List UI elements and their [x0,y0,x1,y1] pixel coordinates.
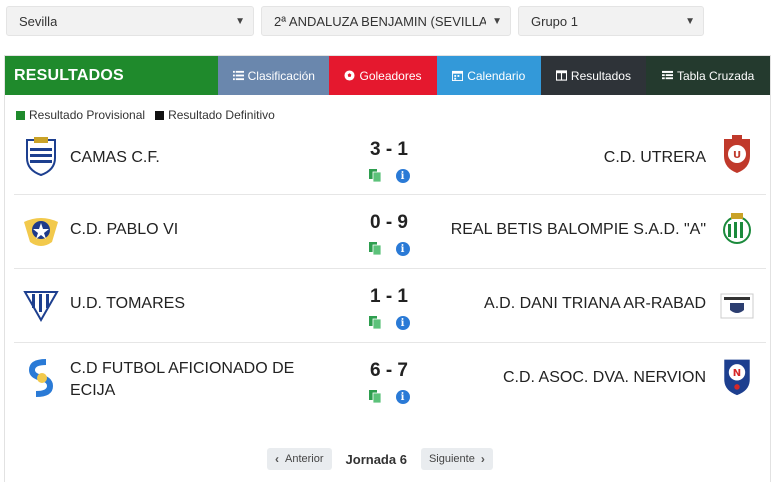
home-team: C.D. PABLO VI [70,221,179,238]
tab-tabla-cruzada[interactable]: Tabla Cruzada [646,56,770,95]
info-icon[interactable]: i [395,169,410,183]
page-title: RESULTADOS [5,56,219,95]
tab-clasificacion[interactable]: Clasificación [218,56,330,95]
cd-pablo-vi-crest-icon [24,218,58,246]
tab-calendario[interactable]: Calendario [436,56,541,95]
match-score[interactable]: 6 - 7 [349,360,429,382]
cd-utrera-crest-icon: U [724,135,750,173]
away-team: A.D. DANI TRIANA AR-RABAD [484,295,706,312]
match-score[interactable]: 3 - 1 [349,139,429,161]
ud-tomares-crest-icon [23,291,59,323]
match-report-icon[interactable] [368,169,382,182]
legend-definitivo: Resultado Definitivo [168,108,275,122]
info-icon[interactable]: i [395,316,410,330]
away-team: C.D. ASOC. DVA. NERVION [502,369,706,386]
tab-label: Calendario [467,68,526,83]
chevron-down-icon: ▼ [235,15,245,27]
info-icon[interactable]: i [395,390,410,404]
legend-provisional: Resultado Provisional [29,108,146,122]
cd-futbol-aficionado-ecija-crest-icon [28,359,54,397]
prev-button[interactable]: ‹ Anterior [267,448,332,470]
list-icon [232,70,244,81]
match-report-icon[interactable] [368,316,382,329]
competition-select[interactable]: 2ª ANDALUZA BENJAMIN (SEVILLA) ▼ [261,6,511,36]
region-select-value: Sevilla [19,13,58,29]
match-actions: i [364,316,414,330]
dani-triana-crest-icon [720,293,754,319]
match-row: C.D. PABLO VI 0 - 9 i REAL BETIS BALOMPI… [14,196,766,269]
results-panel: RESULTADOS Clasificación Goleadores Cale… [4,55,771,482]
tab-label: Tabla Cruzada [676,68,755,83]
match-score[interactable]: 0 - 9 [349,212,429,234]
camas-cf-crest-icon [26,137,56,176]
next-button[interactable]: Siguiente › [420,448,493,470]
match-row: CAMAS C.F. 3 - 1 i C.D. UTRERA U [14,127,766,195]
tab-goleadores[interactable]: Goleadores [329,56,437,95]
soccer-ball-icon [344,70,356,81]
table-icon [661,70,673,80]
svg-text:U: U [733,150,741,161]
results-navbar: RESULTADOS Clasificación Goleadores Cale… [5,56,770,95]
region-select[interactable]: Sevilla ▼ [6,6,254,36]
info-icon[interactable]: i [395,242,410,256]
home-team: C.D FUTBOL AFICIONADO DE ECIJA [70,360,295,399]
chevron-down-icon: ▼ [685,15,695,27]
chevron-down-icon: ▼ [492,15,502,27]
match-actions: i [364,390,414,404]
jornada-pager: ‹ Anterior Jornada 6 Siguiente › [267,448,493,470]
provisional-swatch [16,110,25,120]
match-actions: i [364,169,414,183]
tab-label: Goleadores [359,68,422,83]
match-score[interactable]: 1 - 1 [349,286,429,308]
tab-resultados[interactable]: Resultados [540,56,647,95]
real-betis-crest-icon [723,213,751,244]
away-team: REAL BETIS BALOMPIE S.A.D. "A" [450,221,706,238]
jornada-label: Jornada 6 [345,451,407,467]
match-actions: i [364,242,414,256]
chevron-left-icon: ‹ [275,452,279,466]
match-row: C.D FUTBOL AFICIONADO DE ECIJA 6 - 7 i C… [14,344,766,426]
competition-select-value: 2ª ANDALUZA BENJAMIN (SEVILLA) [274,13,487,29]
home-team: CAMAS C.F. [70,149,160,166]
chevron-right-icon: › [480,452,485,466]
svg-text:N: N [733,368,741,379]
window-icon [555,70,567,81]
cd-asoc-dva-nervion-crest-icon: N [724,359,750,396]
tab-label: Resultados [570,68,631,83]
match-report-icon[interactable] [368,390,382,403]
match-report-icon[interactable] [368,242,382,255]
tab-label: Clasificación [247,68,315,83]
definitivo-swatch [155,110,165,120]
group-select-value: Grupo 1 [531,13,578,29]
calendar-icon [452,70,464,81]
group-select[interactable]: Grupo 1 ▼ [518,6,704,36]
next-label: Siguiente [428,453,475,465]
filter-bar: Sevilla ▼ 2ª ANDALUZA BENJAMIN (SEVILLA)… [6,6,704,36]
home-team: U.D. TOMARES [70,295,185,312]
prev-label: Anterior [285,453,324,465]
away-team: C.D. UTRERA [603,149,706,166]
result-legend: Resultado Provisional Resultado Definiti… [16,108,275,122]
match-row: U.D. TOMARES 1 - 1 i A.D. DANI TRIANA AR… [14,270,766,343]
